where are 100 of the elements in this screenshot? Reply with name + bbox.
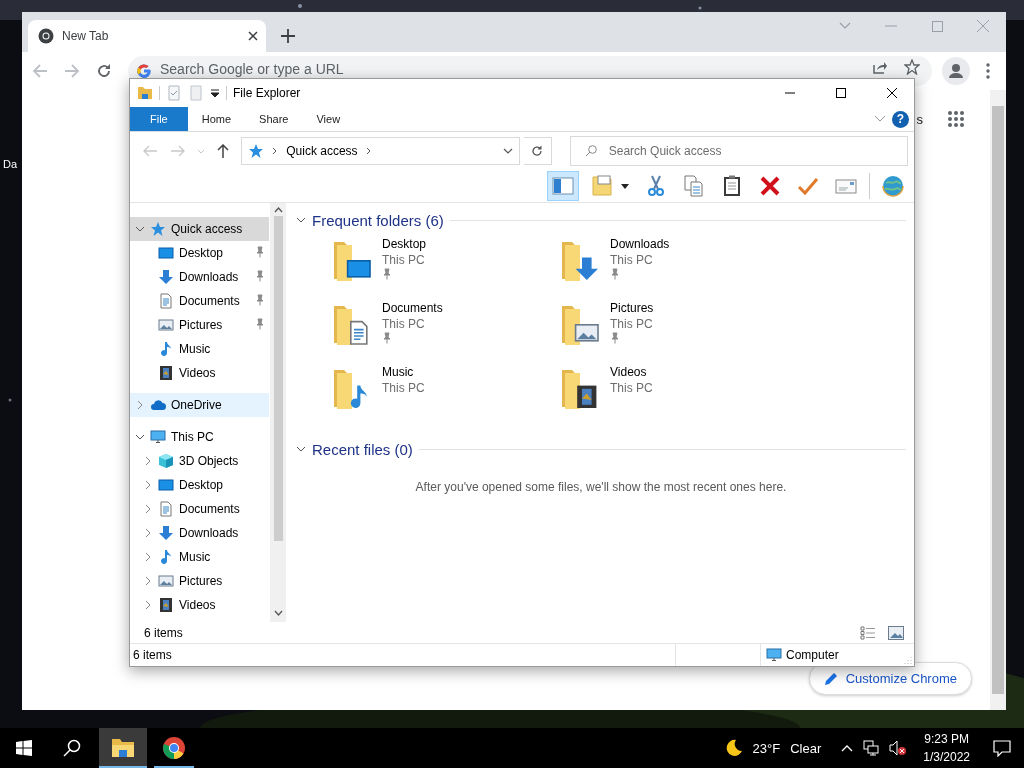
nav-item[interactable]: 3D Objects bbox=[130, 449, 269, 473]
empty-message: After you've opened some files, we'll show the most recent ones here. bbox=[414, 480, 788, 494]
chevron-icon[interactable] bbox=[365, 147, 372, 155]
folder-icon bbox=[111, 737, 135, 759]
scrollbar[interactable] bbox=[270, 203, 286, 622]
section-header[interactable]: Recent files (0) bbox=[312, 440, 413, 458]
cube-icon bbox=[158, 453, 174, 469]
page-link[interactable]: s bbox=[916, 111, 923, 127]
minimize-icon bbox=[784, 92, 795, 94]
network-icon[interactable] bbox=[863, 740, 880, 756]
dropdown-icon[interactable] bbox=[502, 148, 513, 154]
download-arrow-icon bbox=[158, 525, 174, 541]
caret-icon[interactable] bbox=[620, 182, 630, 190]
nav-item[interactable]: Downloads bbox=[130, 521, 269, 545]
caret-icon[interactable] bbox=[210, 88, 220, 98]
pin-icon[interactable] bbox=[382, 332, 392, 344]
chevron-icon[interactable] bbox=[143, 600, 153, 610]
section-header[interactable]: Frequent folders (6) bbox=[312, 211, 444, 229]
nav-item[interactable]: OneDrive bbox=[130, 393, 269, 417]
chevron-icon[interactable] bbox=[135, 432, 145, 442]
address-field[interactable]: Quick access bbox=[241, 137, 520, 165]
chevron-icon[interactable] bbox=[143, 456, 153, 466]
search-icon bbox=[584, 145, 597, 157]
star-icon bbox=[904, 59, 920, 75]
status-item-count: 6 items bbox=[133, 648, 172, 662]
folder-location: This PC bbox=[610, 316, 654, 332]
pin-icon[interactable] bbox=[610, 332, 620, 344]
film-icon bbox=[158, 365, 174, 381]
picture-view-icon[interactable] bbox=[888, 625, 904, 640]
pin-icon[interactable] bbox=[255, 245, 265, 258]
ribbon-tab[interactable]: File bbox=[130, 107, 188, 131]
pin-icon[interactable] bbox=[610, 268, 620, 280]
profile-avatar[interactable] bbox=[942, 57, 970, 85]
muted-speaker-icon[interactable] bbox=[889, 740, 908, 756]
chevron-icon[interactable] bbox=[272, 147, 279, 155]
nav-item[interactable]: Documents bbox=[130, 497, 269, 521]
nav-item[interactable]: Desktop bbox=[130, 473, 269, 497]
windows-logo-icon bbox=[16, 740, 32, 756]
properties-icon[interactable] bbox=[166, 85, 182, 101]
computer-icon bbox=[766, 647, 782, 663]
browser-tab[interactable]: New Tab bbox=[28, 20, 266, 52]
nav-item[interactable]: Music bbox=[130, 545, 269, 569]
pin-icon[interactable] bbox=[255, 317, 265, 330]
chevron-icon bbox=[196, 148, 205, 154]
pin-icon[interactable] bbox=[255, 293, 265, 306]
help-button[interactable]: ? bbox=[892, 110, 909, 128]
ribbon-tab[interactable]: Share bbox=[245, 107, 303, 131]
nav-item[interactable]: Desktop bbox=[130, 241, 269, 265]
ribbon-tab[interactable]: Home bbox=[187, 107, 246, 131]
clock-date[interactable]: 1/3/2022 bbox=[923, 748, 970, 766]
search-field[interactable]: Search Quick access bbox=[569, 136, 908, 166]
nav-item[interactable]: Quick access bbox=[130, 217, 269, 241]
scroll-up-icon[interactable] bbox=[273, 207, 283, 213]
chevron-icon[interactable] bbox=[143, 528, 153, 538]
minimize-icon bbox=[885, 25, 897, 27]
scroll-down-icon[interactable] bbox=[273, 610, 283, 616]
close-icon bbox=[977, 20, 989, 32]
reload-icon bbox=[96, 63, 112, 79]
nav-item[interactable]: Downloads bbox=[130, 265, 269, 289]
clock-time[interactable]: 9:23 PM bbox=[924, 730, 969, 748]
chevron-icon[interactable] bbox=[135, 224, 145, 234]
folder-name: Documents bbox=[382, 300, 443, 316]
chevron-icon[interactable] bbox=[135, 400, 145, 410]
chevron-icon[interactable] bbox=[296, 215, 306, 225]
speech-bubble-icon bbox=[993, 739, 1011, 757]
nav-item[interactable]: This PC bbox=[130, 425, 269, 449]
ribbon-tab[interactable]: View bbox=[302, 107, 355, 131]
resize-grip-icon[interactable] bbox=[904, 656, 912, 664]
taskbar-app[interactable] bbox=[99, 728, 147, 768]
music-note-icon bbox=[158, 341, 174, 357]
nav-item[interactable]: Videos bbox=[130, 593, 269, 617]
refresh-button[interactable] bbox=[523, 137, 552, 165]
chevron-icon[interactable] bbox=[143, 576, 153, 586]
apps-grid-icon[interactable] bbox=[947, 110, 965, 128]
refresh-icon bbox=[531, 145, 544, 157]
details-view-icon[interactable] bbox=[860, 625, 876, 640]
nav-item[interactable]: Documents bbox=[130, 289, 269, 313]
weather-condition[interactable]: Clear bbox=[790, 740, 822, 756]
film-icon bbox=[158, 597, 174, 613]
nav-item[interactable]: Music bbox=[130, 337, 269, 361]
desktop-icon-label[interactable]: Da bbox=[3, 158, 18, 170]
chevron-icon[interactable] bbox=[143, 552, 153, 562]
nav-item[interactable]: Videos bbox=[130, 361, 269, 385]
globe-icon bbox=[881, 174, 905, 198]
caret-up-icon[interactable] bbox=[841, 744, 854, 752]
pin-icon[interactable] bbox=[382, 268, 392, 280]
monitor-icon bbox=[158, 477, 174, 493]
chevron-icon[interactable] bbox=[143, 480, 153, 490]
temperature[interactable]: 23°F bbox=[752, 740, 781, 756]
nav-item[interactable]: Pictures bbox=[130, 569, 269, 593]
chevron-icon[interactable] bbox=[143, 504, 153, 514]
chevron-icon[interactable] bbox=[296, 444, 306, 454]
window-title: File Explorer bbox=[233, 86, 301, 100]
folder-name: Videos bbox=[610, 364, 648, 380]
nav-item[interactable]: Pictures bbox=[130, 313, 269, 337]
scrollbar[interactable] bbox=[990, 90, 1006, 710]
pencil-icon bbox=[823, 671, 838, 686]
close-icon[interactable] bbox=[248, 31, 258, 41]
document-icon bbox=[158, 293, 174, 309]
pin-icon[interactable] bbox=[255, 269, 265, 282]
